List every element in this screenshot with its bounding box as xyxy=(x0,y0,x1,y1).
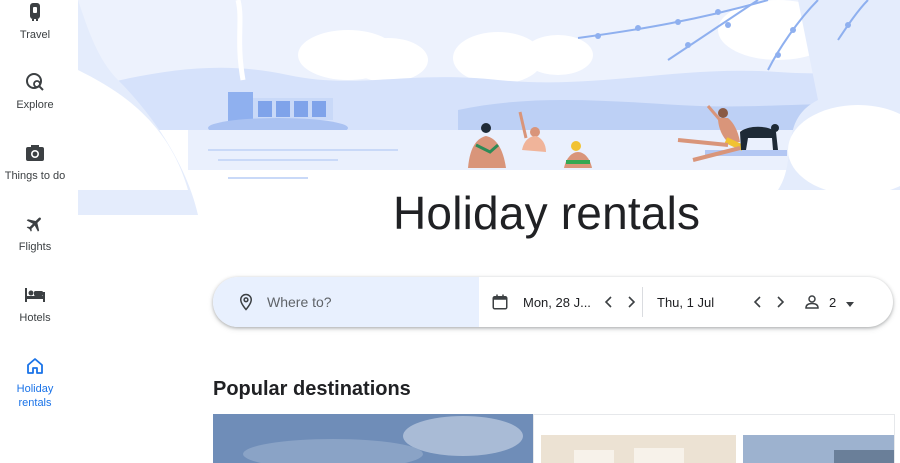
chevron-left-icon[interactable] xyxy=(750,294,766,310)
sidebar-item-label: Flights xyxy=(18,241,52,253)
checkout-value: Thu, 1 Jul xyxy=(657,294,715,310)
hero-illustration xyxy=(78,0,900,215)
page: Travel Explore Things to do Flights Hote… xyxy=(0,0,900,463)
sidebar-item-holiday-rentals[interactable]: Holiday rentals xyxy=(0,354,70,410)
sidebar-item-label: Explore xyxy=(16,99,54,111)
section-title: Popular destinations xyxy=(213,378,411,400)
guests-count: 2 xyxy=(829,294,837,310)
checkin-field[interactable]: Mon, 28 J... xyxy=(479,287,643,317)
checkout-field[interactable]: Thu, 1 Jul xyxy=(643,277,793,327)
sidebar-item-label: Holiday rentals xyxy=(16,383,54,409)
search-bar: Mon, 28 J... Thu, 1 Jul 2 xyxy=(213,277,893,327)
destination-image xyxy=(213,414,533,463)
checkin-value: Mon, 28 J... xyxy=(523,294,591,310)
person-icon xyxy=(805,295,819,309)
chevron-right-icon[interactable] xyxy=(623,294,639,310)
sidebar-item-label: Travel xyxy=(19,29,51,41)
home-icon xyxy=(23,354,47,378)
destination-input[interactable] xyxy=(267,294,467,310)
page-title: Holiday rentals xyxy=(393,187,701,239)
chevron-left-icon[interactable] xyxy=(601,294,617,310)
location-pin-icon xyxy=(239,293,253,311)
chevron-right-icon[interactable] xyxy=(772,294,788,310)
destination-field[interactable] xyxy=(213,277,479,327)
flights-icon xyxy=(23,212,47,236)
destination-card[interactable] xyxy=(213,414,533,463)
destination-image xyxy=(541,435,894,463)
guests-selector[interactable]: 2 xyxy=(803,277,855,327)
sidebar-item-explore[interactable]: Explore xyxy=(0,70,70,112)
destination-card[interactable] xyxy=(533,414,895,463)
calendar-icon xyxy=(492,294,508,310)
sidebar-item-hotels[interactable]: Hotels xyxy=(0,283,70,325)
hotels-icon xyxy=(23,283,47,307)
sidebar: Travel Explore Things to do Flights Hote… xyxy=(0,0,70,463)
sidebar-item-label: Hotels xyxy=(19,312,51,324)
things-to-do-icon xyxy=(23,141,47,165)
sidebar-item-flights[interactable]: Flights xyxy=(0,212,70,254)
dropdown-arrow-icon xyxy=(846,295,855,310)
explore-icon xyxy=(23,70,47,94)
sidebar-item-things-to-do[interactable]: Things to do xyxy=(0,141,70,183)
travel-icon xyxy=(23,0,47,24)
sidebar-item-label: Things to do xyxy=(4,170,66,182)
sidebar-item-travel[interactable]: Travel xyxy=(0,0,70,42)
